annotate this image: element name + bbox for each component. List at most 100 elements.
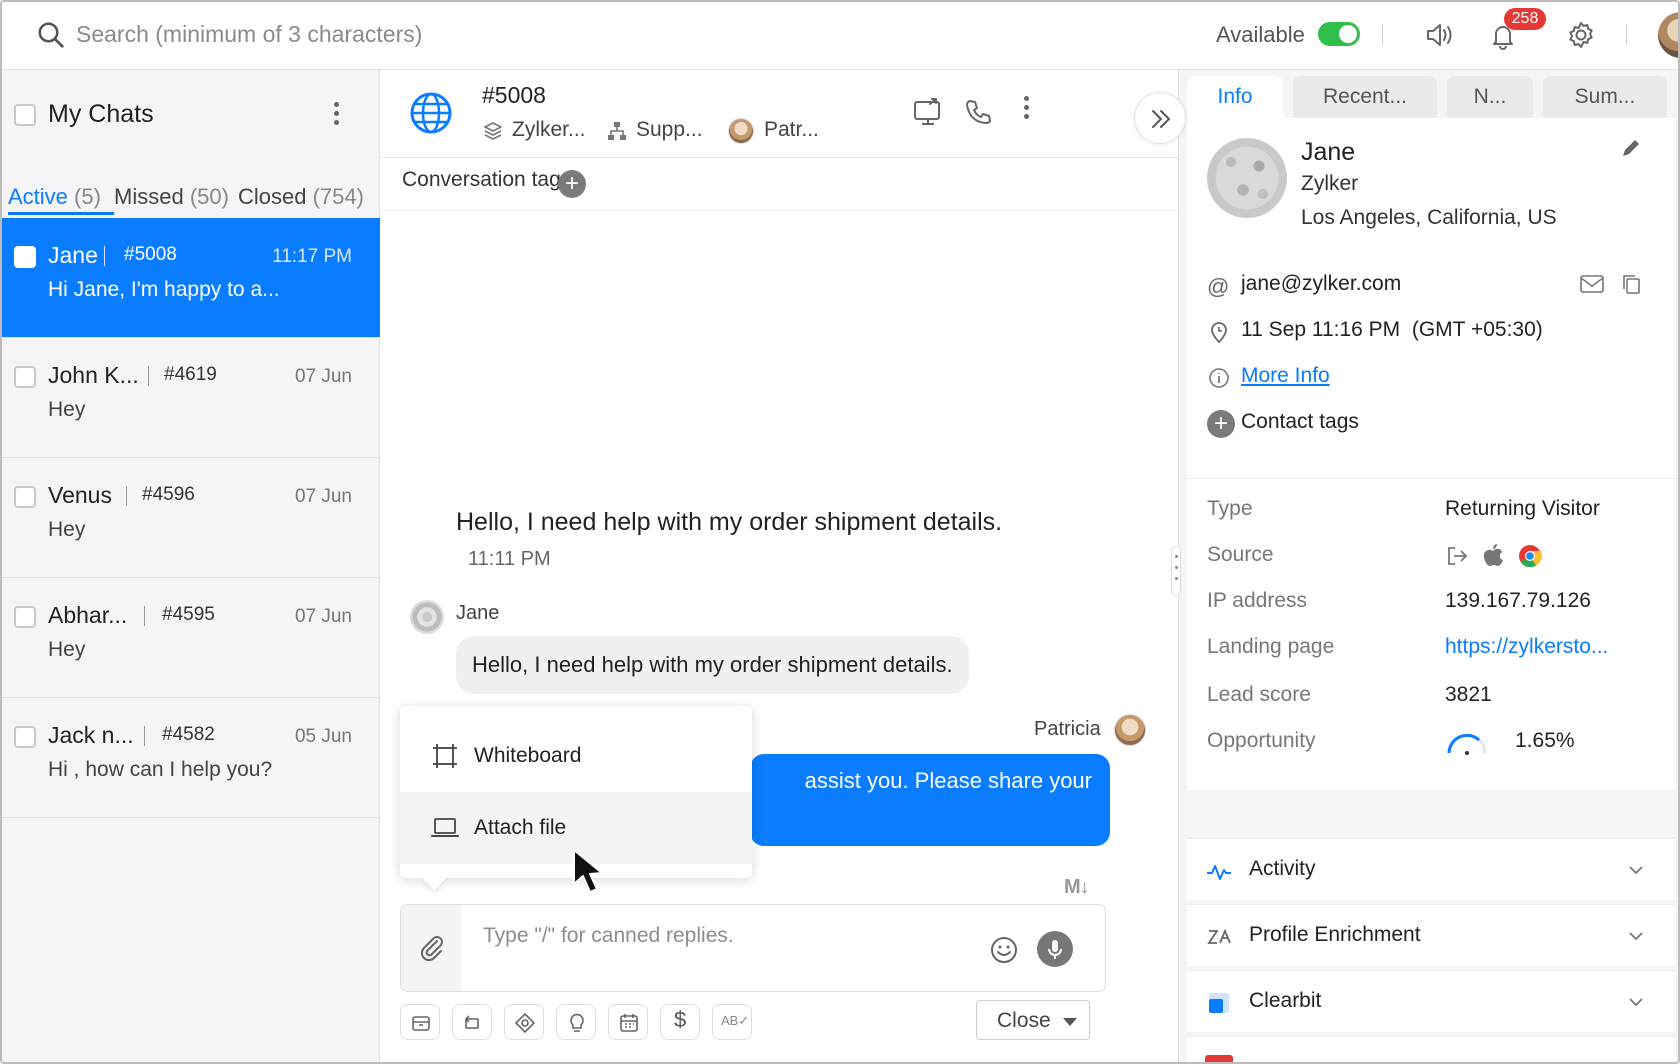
agent-name[interactable]: Patr... (764, 118, 819, 142)
app-window: Available 258 My Chats Active (5) Missed… (0, 0, 1680, 1064)
chat-preview: Hi Jane, I'm happy to a... (48, 278, 280, 301)
suggestions-button[interactable] (556, 1004, 596, 1040)
visitor-avatar (410, 600, 444, 634)
additional-section[interactable] (1187, 1036, 1675, 1062)
availability-toggle[interactable] (1318, 22, 1360, 46)
select-all-checkbox[interactable] (14, 104, 36, 126)
tab-summary[interactable]: Sum... (1543, 76, 1667, 118)
profile-enrichment-icon (1207, 928, 1231, 944)
close-chat-button[interactable]: Close (976, 1000, 1090, 1040)
conversation-tags-label: Conversation tags (402, 168, 572, 191)
divider (380, 210, 1178, 211)
conversation-more-icon[interactable] (1024, 96, 1030, 123)
resize-handle[interactable] (1171, 546, 1181, 596)
diamond-icon (514, 1012, 536, 1034)
user-avatar[interactable] (1658, 12, 1678, 58)
layers-icon (484, 122, 502, 140)
visitor-message-bubble: Hello, I need help with my order shipmen… (456, 636, 969, 694)
chat-checkbox[interactable] (14, 366, 36, 388)
divider (104, 246, 105, 266)
dollar-icon: $ (674, 1007, 687, 1032)
chat-visitor-name: Venus (48, 482, 112, 508)
emoji-icon[interactable] (989, 935, 1019, 965)
tab-missed[interactable]: Missed (50) (114, 184, 229, 210)
department-name[interactable]: Supp... (636, 118, 703, 142)
canned-box-button[interactable] (400, 1004, 440, 1040)
operator-sender-name: Patricia (1034, 718, 1101, 740)
tab-notes[interactable]: N... (1447, 76, 1533, 118)
contact-email: jane@zylker.com (1241, 272, 1402, 295)
chat-visitor-name: John K... (48, 362, 139, 388)
operator-avatar (1114, 714, 1146, 746)
add-contact-tag-icon[interactable]: + (1207, 410, 1235, 438)
message-input[interactable] (483, 921, 953, 951)
visitor-info-panel: Info Recent... N... Sum... Jane Zylker L… (1171, 70, 1678, 1062)
clearbit-section[interactable]: Clearbit (1187, 970, 1675, 1032)
chat-checkbox[interactable] (14, 726, 36, 748)
entry-source-icon (1448, 547, 1468, 565)
divider (1626, 24, 1627, 44)
search-input[interactable] (76, 16, 636, 52)
tab-info[interactable]: Info (1187, 76, 1283, 118)
calendar-button[interactable] (608, 1004, 648, 1040)
more-info-link[interactable]: More Info (1241, 364, 1330, 388)
chat-checkbox[interactable] (14, 486, 36, 508)
gear-icon[interactable] (1564, 18, 1598, 52)
tab-recent[interactable]: Recent... (1293, 76, 1437, 118)
speaker-icon[interactable] (1422, 18, 1456, 52)
voice-record-button[interactable] (1037, 931, 1073, 967)
profile-enrichment-section[interactable]: Profile Enrichment (1187, 904, 1675, 966)
payment-button[interactable]: $ (660, 1004, 700, 1040)
at-sign-icon: @ (1207, 274, 1230, 299)
more-options-icon[interactable] (334, 102, 340, 129)
opportunity-gauge-icon (1447, 733, 1487, 755)
screen-share-icon[interactable] (912, 96, 944, 128)
mail-icon[interactable] (1579, 272, 1605, 296)
info-icon (1209, 368, 1229, 388)
tab-closed[interactable]: Closed (754) (238, 184, 364, 210)
chevron-down-icon (1629, 866, 1643, 875)
caret-down-icon (1063, 1018, 1077, 1026)
edit-pencil-icon[interactable] (1619, 136, 1643, 160)
add-conversation-tag-icon[interactable]: + (558, 170, 586, 198)
message-composer (400, 904, 1106, 992)
mouse-cursor-icon (573, 849, 603, 893)
brand-name[interactable]: Zylker... (512, 118, 586, 142)
phone-icon[interactable] (962, 96, 994, 128)
chat-time: 07 Jun (294, 606, 352, 627)
operator-message-text: assist you. Please share your (804, 768, 1092, 793)
attachment-toggle[interactable] (401, 905, 461, 991)
microphone-icon (1048, 940, 1062, 959)
collapse-panel-button[interactable] (1134, 92, 1186, 144)
divider (148, 366, 149, 386)
chat-checkbox[interactable] (14, 606, 36, 628)
landing-page-link[interactable]: https://zylkersto... (1445, 635, 1608, 659)
conversation-id: #5008 (482, 82, 546, 108)
transfer-button[interactable] (452, 1004, 492, 1040)
chat-preview: Hey (48, 518, 86, 541)
location-clock-icon (1211, 322, 1227, 344)
chat-checkbox[interactable] (14, 246, 36, 268)
chat-list-item[interactable]: Jack n... #4582 05 Jun Hi , how can I he… (2, 698, 380, 818)
articles-button[interactable] (504, 1004, 544, 1040)
activity-section[interactable]: Activity (1187, 838, 1675, 900)
app-logo-icon (1205, 1055, 1233, 1062)
chat-id: #4596 (142, 484, 195, 505)
chat-list-item[interactable]: Venus #4596 07 Jun Hey (2, 458, 380, 578)
markdown-icon[interactable]: M↓ (1064, 876, 1090, 899)
chat-time: 11:17 PM (272, 246, 352, 267)
chat-list-item[interactable]: Abhar... #4595 07 Jun Hey (2, 578, 380, 698)
attach-file-label: Attach file (474, 816, 567, 839)
whiteboard-menu-item[interactable]: Whiteboard (400, 720, 752, 792)
tab-active[interactable]: Active (5) (8, 184, 101, 210)
chat-list-item[interactable]: Jane #5008 11:17 PM Hi Jane, I'm happy t… (2, 218, 380, 338)
chat-list-item[interactable]: John K... #4619 07 Jun Hey (2, 338, 380, 458)
spell-check-button[interactable]: AB✓ (712, 1004, 752, 1040)
clearbit-logo-icon (1209, 993, 1229, 1013)
copy-icon[interactable] (1619, 272, 1643, 296)
archive-icon (412, 1016, 430, 1031)
contact-company: Zylker (1301, 172, 1359, 195)
search-icon (38, 22, 64, 48)
chat-preview: Hi , how can I help you? (48, 758, 273, 781)
chevron-down-icon (1629, 932, 1643, 941)
